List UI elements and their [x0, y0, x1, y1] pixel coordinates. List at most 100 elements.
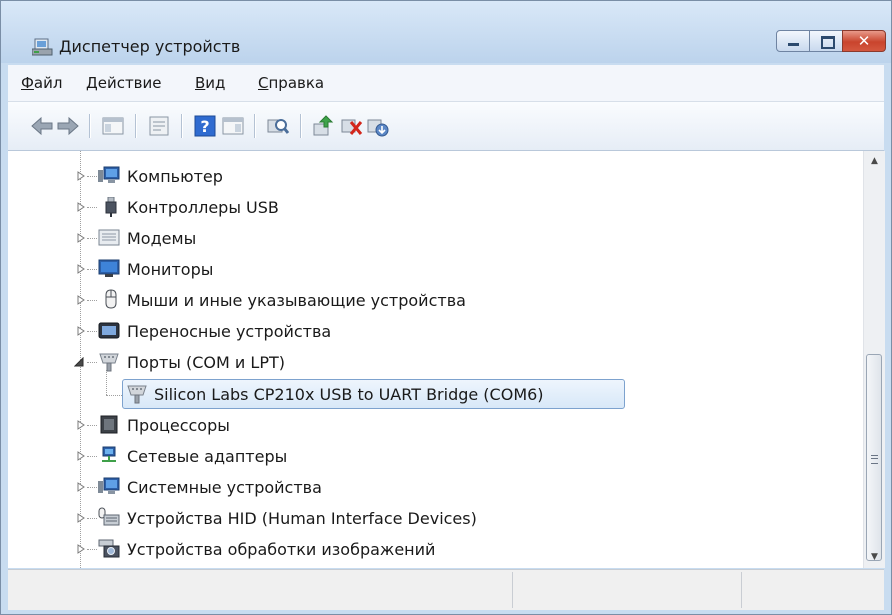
- menu-help[interactable]: Справка: [258, 74, 324, 92]
- expand-arrow-icon[interactable]: [76, 482, 86, 492]
- tree-line: [87, 207, 97, 209]
- toolbar-separator: [181, 114, 182, 138]
- help-icon[interactable]: ?: [193, 114, 217, 138]
- hid-icon: [98, 507, 120, 526]
- menu-action-accel: Д: [86, 74, 98, 92]
- tree-line: [87, 456, 97, 458]
- tree-line: [87, 331, 97, 333]
- computer-icon: [98, 166, 120, 183]
- properties-icon[interactable]: [147, 114, 171, 138]
- maximize-button[interactable]: [809, 30, 843, 52]
- menu-action-label: ействие: [97, 74, 162, 92]
- tree-node-ports[interactable]: Порты (COM и LPT): [8, 348, 863, 376]
- close-button[interactable]: ✕: [842, 30, 886, 52]
- menu-file[interactable]: Файл: [21, 74, 62, 92]
- tree-node-label: Системные устройства: [127, 477, 322, 497]
- expand-arrow-icon[interactable]: [76, 202, 86, 212]
- tree-node-label: Мониторы: [127, 259, 214, 279]
- system-devices-icon: [98, 477, 120, 494]
- tree-node-label: Устройства обработки изображений: [127, 539, 436, 559]
- title-bar[interactable]: Диспетчер устройств ✕: [1, 1, 891, 63]
- menu-file-label: айл: [33, 74, 63, 92]
- update-driver-icon[interactable]: [312, 114, 336, 138]
- menu-view-accel: В: [195, 74, 206, 92]
- tree-line: [87, 549, 97, 551]
- minimize-button[interactable]: [776, 30, 810, 52]
- status-bar-divider: [741, 572, 742, 608]
- portable-device-icon: [98, 322, 120, 339]
- tree-node-monitors[interactable]: Мониторы: [8, 255, 863, 283]
- network-adapter-icon: [102, 446, 116, 462]
- uninstall-icon[interactable]: [340, 114, 364, 138]
- expand-arrow-icon[interactable]: [76, 513, 86, 523]
- tree-node-computer[interactable]: Компьютер: [8, 162, 863, 190]
- tree-node-network-adapters[interactable]: Сетевые адаптеры: [8, 442, 863, 470]
- processor-icon: [100, 415, 118, 434]
- expand-arrow-icon[interactable]: [76, 171, 86, 181]
- tree-line: [87, 269, 97, 271]
- tree-line: [87, 362, 97, 364]
- action-pane-icon[interactable]: [221, 114, 245, 138]
- tree-line: [87, 518, 97, 520]
- menu-help-accel: С: [258, 74, 269, 92]
- back-icon[interactable]: [30, 114, 54, 138]
- caption-buttons: ✕: [776, 30, 886, 52]
- tree-node-label: Переносные устройства: [127, 321, 332, 341]
- toolbar-separator: [135, 114, 136, 138]
- menu-view-label: ид: [205, 74, 226, 92]
- tree-node-label: Сетевые адаптеры: [127, 446, 288, 466]
- toolbar-separator: [254, 114, 255, 138]
- minimize-icon: [788, 43, 799, 46]
- expand-arrow-icon[interactable]: [76, 420, 86, 430]
- port-icon: [99, 353, 119, 372]
- menu-help-label: правка: [268, 74, 325, 92]
- mouse-icon: [105, 289, 117, 309]
- window-title: Диспетчер устройств: [59, 37, 241, 56]
- svg-text:?: ?: [200, 117, 209, 136]
- tree-node-label: Модемы: [127, 228, 197, 248]
- tree-line: [87, 300, 97, 302]
- tree-node-system-devices[interactable]: Системные устройства: [8, 473, 863, 501]
- tree-node-label: Контроллеры USB: [127, 197, 279, 217]
- device-manager-icon: [32, 38, 53, 56]
- tree-node-modems[interactable]: Модемы: [8, 224, 863, 252]
- scroll-down-icon[interactable]: ▼: [864, 547, 885, 568]
- tree-node-imaging-devices[interactable]: Устройства обработки изображений: [8, 535, 863, 563]
- expand-arrow-icon[interactable]: [76, 544, 86, 554]
- modem-icon: [98, 229, 120, 246]
- tree-node-processors[interactable]: Процессоры: [8, 411, 863, 439]
- camera-icon: [98, 539, 120, 558]
- menu-action[interactable]: Действие: [86, 74, 162, 92]
- toolbar-separator: [89, 114, 90, 138]
- tree-line: [87, 487, 97, 489]
- tree-node-label: Процессоры: [127, 415, 230, 435]
- expand-arrow-icon[interactable]: [76, 451, 86, 461]
- collapse-arrow-icon[interactable]: [74, 357, 84, 367]
- tree-node-portable-devices[interactable]: Переносные устройства: [8, 317, 863, 345]
- tree-node-mice[interactable]: Мыши и иные указывающие устройства: [8, 286, 863, 314]
- show-hide-console-tree-icon[interactable]: [101, 114, 125, 138]
- disable-device-icon[interactable]: [366, 114, 390, 138]
- scan-hardware-icon[interactable]: [266, 114, 290, 138]
- expand-arrow-icon[interactable]: [76, 233, 86, 243]
- vertical-scrollbar[interactable]: ▲ ▼: [863, 151, 885, 568]
- device-tree[interactable]: Компьютер Контроллеры USB Модемы Монитор…: [8, 151, 863, 568]
- grip-icon: [871, 455, 878, 464]
- scrollbar-thumb[interactable]: [866, 354, 882, 561]
- scroll-up-icon[interactable]: ▲: [864, 151, 885, 172]
- tree-node-label: Порты (COM и LPT): [127, 352, 285, 372]
- forward-icon[interactable]: [56, 114, 80, 138]
- usb-plug-icon: [105, 197, 117, 217]
- tree-node-label: Мыши и иные указывающие устройства: [127, 290, 466, 310]
- menu-view[interactable]: Вид: [195, 74, 225, 92]
- tree-node-hid[interactable]: Устройства HID (Human Interface Devices): [8, 504, 863, 532]
- expand-arrow-icon[interactable]: [76, 326, 86, 336]
- maximize-icon: [821, 36, 835, 49]
- expand-arrow-icon[interactable]: [76, 295, 86, 305]
- tree-node-silicon-labs-cp210x[interactable]: Silicon Labs CP210x USB to UART Bridge (…: [8, 380, 863, 408]
- tree-node-usb-controllers[interactable]: Контроллеры USB: [8, 193, 863, 221]
- expand-arrow-icon[interactable]: [76, 264, 86, 274]
- port-icon: [127, 385, 147, 404]
- close-icon: ✕: [857, 32, 871, 50]
- tree-line: [87, 425, 97, 427]
